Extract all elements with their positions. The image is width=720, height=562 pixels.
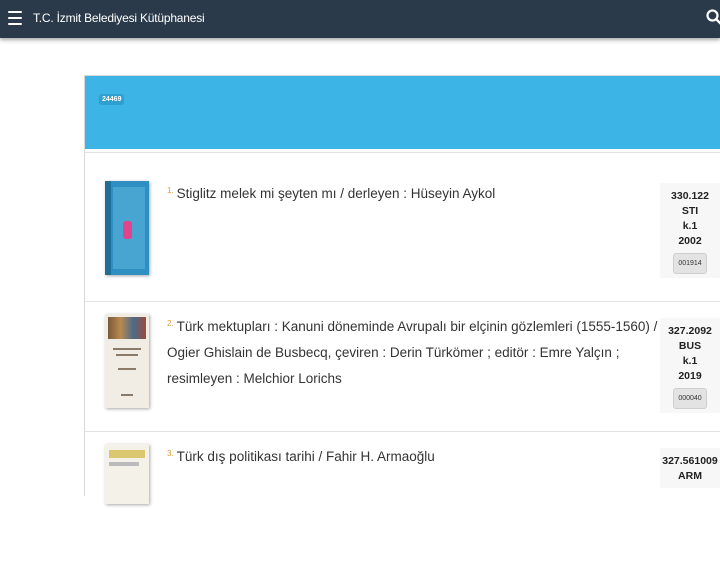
results-count-badge: 24469	[99, 94, 125, 105]
call-number-year: 2002	[678, 235, 702, 247]
result-title: 3. Türk dış politikası tarihi / Fahir H. …	[167, 444, 667, 470]
result-title: 1. Stiglitz melek mi şeyten mı / derleyen…	[167, 181, 667, 207]
search-icon[interactable]	[705, 8, 720, 26]
call-number-box: 327.561009 ARM	[660, 448, 720, 488]
call-number-author: BUS	[678, 340, 702, 352]
call-number-class: 327.561009	[662, 455, 718, 467]
results-header: 24469	[85, 76, 720, 149]
hamburger-menu-icon[interactable]	[8, 11, 22, 25]
book-cover-image[interactable]	[105, 314, 149, 408]
result-item: 1. Stiglitz melek mi şeyten mı / derleyen…	[85, 152, 720, 283]
call-number-class: 330.122	[671, 190, 709, 202]
call-number-class: 327.2092	[668, 325, 712, 337]
book-cover-image[interactable]	[105, 444, 149, 504]
result-title: 2. Türk mektupları : Kanuni döneminde Avr…	[167, 314, 667, 392]
call-number-author: ARM	[678, 470, 702, 482]
call-number-year: 2019	[678, 370, 702, 382]
result-title-link[interactable]: Türk dış politikası tarihi / Fahir H. Ar…	[177, 449, 435, 464]
result-title-link[interactable]: Stiglitz melek mi şeyten mı / derleyen :…	[177, 186, 496, 201]
call-number-author: STI	[681, 205, 699, 217]
result-item: 3. Türk dış politikası tarihi / Fahir H. …	[85, 431, 720, 562]
result-title-link[interactable]: Türk mektupları : Kanuni döneminde Avrup…	[167, 319, 657, 386]
result-number: 1.	[167, 186, 174, 195]
result-number: 3.	[167, 449, 174, 458]
top-navbar: T.C. İzmit Belediyesi Kütüphanesi	[0, 0, 720, 38]
barcode-badge: 000040	[673, 388, 707, 409]
result-item: 2. Türk mektupları : Kanuni döneminde Avr…	[85, 301, 720, 432]
result-number: 2.	[167, 319, 174, 328]
call-number-box: 327.2092 BUS k.1 2019 000040	[660, 318, 720, 413]
call-number-copy: k.1	[682, 220, 698, 232]
call-number-box: 330.122 STI k.1 2002 001914	[660, 183, 720, 278]
barcode-badge: 001914	[673, 253, 707, 274]
call-number-copy: k.1	[682, 355, 698, 367]
search-results-panel: 24469 1. Stiglitz melek mi şeyten mı / de…	[84, 75, 720, 562]
book-cover-image[interactable]	[105, 181, 149, 275]
app-title[interactable]: T.C. İzmit Belediyesi Kütüphanesi	[33, 11, 205, 25]
